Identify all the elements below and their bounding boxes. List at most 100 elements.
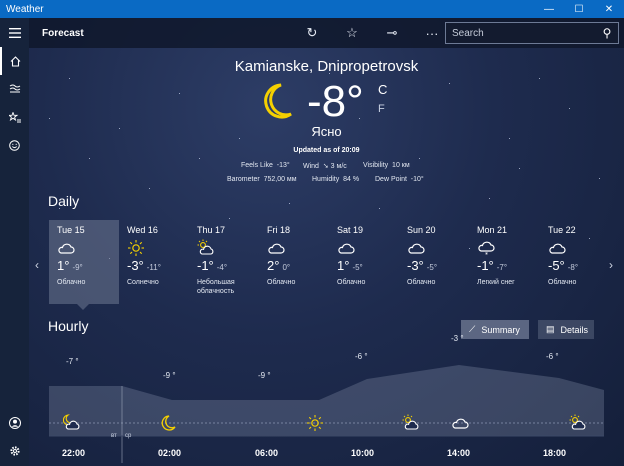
- day-temps: 1° -5°: [337, 259, 399, 275]
- location-name: Kamianske, Dnipropetrovsk: [234, 58, 419, 75]
- daily-day-tile[interactable]: Wed 16 -3° -11° Солнечно: [119, 220, 189, 304]
- dew-point-label: Dew Point: [375, 176, 407, 183]
- daily-prev-arrow[interactable]: ‹: [35, 258, 39, 272]
- high-temp: -1°: [477, 258, 494, 273]
- day-temps: 2° 0°: [267, 259, 329, 275]
- close-button[interactable]: ✕: [594, 0, 624, 18]
- document-icon: ▤: [546, 324, 555, 334]
- day-name: Tue 15: [57, 225, 85, 235]
- humidity: Humidity 84 %: [312, 176, 359, 183]
- barometer-label: Barometer: [227, 176, 260, 183]
- star: [49, 118, 50, 119]
- star: [539, 78, 540, 79]
- pin-icon[interactable]: ⊸: [372, 25, 412, 41]
- day-temps: -1° -4°: [197, 259, 259, 275]
- star: [69, 78, 70, 79]
- high-temp: 1°: [337, 258, 350, 273]
- search-input[interactable]: [446, 27, 596, 39]
- hamburger-icon[interactable]: [0, 19, 29, 47]
- dew-point: Dew Point -10°: [375, 176, 424, 183]
- hourly-title: Hourly: [48, 318, 89, 334]
- cloudy-icon: [337, 237, 399, 259]
- wind-direction-icon: ➘: [322, 163, 329, 170]
- favorite-star-icon[interactable]: ☆: [332, 25, 372, 41]
- wind: Wind ➘ 3 м/с: [303, 162, 347, 170]
- day-temps: -1° -7°: [477, 259, 539, 275]
- day-name: Sun 20: [407, 225, 436, 235]
- day-name: Sat 19: [337, 225, 364, 235]
- refresh-icon[interactable]: ↻: [292, 25, 332, 41]
- cloudy-icon: [57, 237, 119, 259]
- feels-like-value: -13°: [276, 162, 290, 169]
- hourly-temp-label: -3 °: [451, 334, 464, 343]
- day-name: Mon 21: [477, 225, 508, 235]
- daily-title: Daily: [48, 193, 80, 209]
- home-icon[interactable]: [0, 47, 29, 75]
- summary-button[interactable]: ⟋ Summary: [461, 320, 529, 339]
- search-icon[interactable]: ⚲: [596, 26, 618, 40]
- low-temp: -11°: [146, 263, 161, 272]
- partly-sunny-icon: [197, 237, 259, 259]
- daily-day-tile[interactable]: Thu 17 -1° -4° Небольшая облачность: [189, 220, 259, 304]
- feels-like: Feels Like -13°: [241, 162, 290, 169]
- current-temperature: -8°: [307, 78, 364, 126]
- daily-day-tile[interactable]: Mon 21 * -1° -7° Легкий снег: [469, 220, 539, 304]
- high-temp: -3°: [127, 258, 144, 273]
- search-box[interactable]: ⚲: [445, 22, 619, 44]
- day-separator-next: ср: [125, 433, 132, 439]
- hourly-time-label: 10:00: [351, 448, 375, 458]
- cloudy-icon: [548, 237, 610, 259]
- favorites-icon[interactable]: [0, 103, 29, 131]
- star: [89, 158, 90, 159]
- dew-point-value: -10°: [410, 176, 424, 183]
- high-temp: 1°: [57, 258, 70, 273]
- day-condition: Легкий снег: [477, 279, 515, 286]
- maximize-button[interactable]: ☐: [564, 0, 594, 18]
- page-title: Forecast: [42, 27, 84, 39]
- partly-sunny-icon: [402, 414, 420, 437]
- daily-day-tile[interactable]: Tue 15 1° -9° Облачно: [49, 220, 119, 304]
- star: [449, 83, 450, 84]
- day-condition: Облачно: [407, 279, 436, 286]
- high-temp: -3°: [407, 258, 424, 273]
- cloudy-icon: [407, 237, 469, 259]
- humidity-label: Humidity: [312, 176, 340, 183]
- daily-day-tile[interactable]: Sun 20 -3° -5° Облачно: [399, 220, 469, 304]
- low-temp: -8°: [567, 263, 579, 272]
- account-icon[interactable]: [0, 409, 29, 437]
- hourly-time-label: 18:00: [543, 448, 567, 458]
- fahrenheit-toggle[interactable]: F: [378, 103, 385, 115]
- celsius-toggle[interactable]: C: [378, 82, 387, 97]
- svg-text:*: *: [485, 252, 488, 258]
- settings-icon[interactable]: [0, 437, 29, 465]
- daily-day-tile[interactable]: Fri 18 2° 0° Облачно: [259, 220, 329, 304]
- low-temp: -5°: [426, 263, 438, 272]
- day-condition: Облачно: [267, 279, 296, 286]
- barometer-value: 752,00 мм: [263, 176, 297, 183]
- maps-icon[interactable]: [0, 75, 29, 103]
- barometer: Barometer 752,00 мм: [227, 176, 297, 183]
- star: [229, 218, 230, 219]
- day-name: Wed 16: [127, 225, 158, 235]
- partly-cloudy-night-icon: [62, 414, 81, 437]
- hourly-temp-label: -6 °: [355, 352, 368, 361]
- sun-icon: [127, 237, 189, 259]
- smiley-icon[interactable]: [0, 131, 29, 159]
- star: [289, 203, 290, 204]
- daily-day-tile[interactable]: Tue 22 -5° -8° Облачно: [540, 220, 610, 304]
- star: [419, 158, 420, 159]
- humidity-value: 84 %: [343, 176, 360, 183]
- moon-icon: [160, 414, 178, 437]
- visibility-label: Visibility: [363, 162, 389, 169]
- star: [599, 178, 600, 179]
- star: [199, 158, 200, 159]
- current-condition: Ясно: [311, 124, 342, 139]
- day-condition: Небольшая облачность: [197, 279, 235, 295]
- wind-value: 3 м/с: [330, 163, 347, 170]
- daily-day-tile[interactable]: Sat 19 1° -5° Облачно: [329, 220, 399, 304]
- hourly-temp-label: -7 °: [66, 357, 79, 366]
- day-condition: Солнечно: [127, 279, 159, 286]
- minimize-button[interactable]: —: [534, 0, 564, 18]
- nav-sidebar: [0, 18, 29, 466]
- details-button[interactable]: ▤ Details: [538, 320, 594, 339]
